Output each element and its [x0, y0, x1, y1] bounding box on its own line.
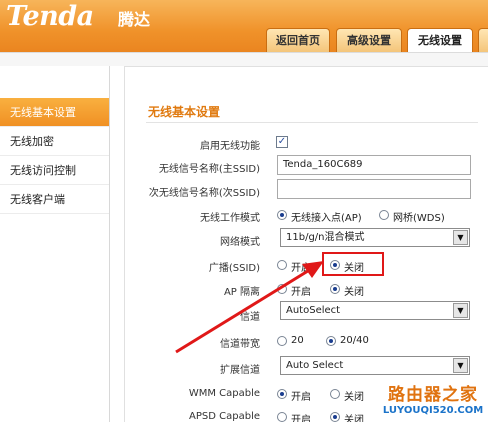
sidebar-item-encryption[interactable]: 无线加密: [0, 127, 109, 156]
tab-wireless[interactable]: 无线设置: [407, 28, 473, 53]
sidebar-item-clients[interactable]: 无线客户端: [0, 185, 109, 214]
watermark-url: LUYOUQI520.COM: [382, 405, 484, 416]
watermark: 路由器之家 LUYOUQI520.COM: [378, 380, 488, 422]
watermark-title: 路由器之家: [388, 385, 478, 405]
ext-channel-select[interactable]: Auto Select ▼: [280, 356, 470, 375]
enable-label: 启用无线功能: [200, 141, 260, 152]
sidebar-item-access-control[interactable]: 无线访问控制: [0, 156, 109, 185]
ssid2-label: 次无线信号名称(次SSID): [148, 188, 260, 199]
isolation-on-label: 开启: [291, 287, 311, 298]
tab-more[interactable]: [478, 28, 488, 52]
broadcast-on-radio[interactable]: [277, 260, 287, 270]
chevron-down-icon: ▼: [453, 303, 468, 318]
mode-wds-label: 网桥(WDS): [393, 213, 445, 224]
wmm-label: WMM Capable: [188, 388, 260, 399]
mode-wds-radio[interactable]: [379, 210, 389, 220]
mode-label: 无线工作模式: [200, 213, 260, 224]
header-bar: Tenda 腾达 返回首页 高级设置 无线设置: [0, 0, 488, 53]
tab-home[interactable]: 返回首页: [266, 28, 330, 52]
broadcast-on-label: 开启: [291, 263, 311, 274]
isolation-label: AP 隔离: [223, 287, 260, 298]
bw-20-label: 20: [291, 335, 304, 346]
sidebar: 无线基本设置 无线加密 无线访问控制 无线客户端: [0, 66, 110, 422]
chevron-down-icon: ▼: [453, 358, 468, 373]
ssid-input[interactable]: Tenda_160C689: [277, 155, 471, 175]
bandwidth-label: 信道带宽: [220, 339, 260, 350]
mode-ap-label: 无线接入点(AP): [291, 213, 362, 224]
highlight-box: [322, 252, 384, 276]
wmm-off-radio[interactable]: [330, 389, 340, 399]
isolation-on-radio[interactable]: [277, 284, 287, 294]
wmm-off-label: 关闭: [344, 392, 364, 403]
ssid-label: 无线信号名称(主SSID): [158, 164, 260, 175]
ssid2-input[interactable]: [277, 179, 471, 199]
page-title: 无线基本设置: [148, 105, 221, 119]
title-divider: [146, 122, 478, 123]
broadcast-label: 广播(SSID): [208, 263, 260, 274]
apsd-off-label: 关闭: [344, 415, 364, 422]
apsd-on-label: 开启: [291, 415, 311, 422]
isolation-off-label: 关闭: [344, 287, 364, 298]
wmm-on-label: 开启: [291, 392, 311, 403]
apsd-label: APSD Capable: [189, 411, 260, 422]
header-strip: [0, 52, 488, 66]
ext-channel-value: Auto Select: [286, 360, 344, 371]
wmm-on-radio[interactable]: [277, 389, 287, 399]
apsd-on-radio[interactable]: [277, 412, 287, 422]
sidebar-item-basic[interactable]: 无线基本设置: [0, 98, 109, 127]
ext-channel-label: 扩展信道: [220, 365, 260, 376]
top-tabs: 返回首页 高级设置 无线设置: [0, 28, 488, 53]
bw-2040-label: 20/40: [340, 335, 369, 346]
enable-checkbox[interactable]: ✓: [276, 136, 288, 148]
channel-value: AutoSelect: [286, 305, 341, 316]
netmode-value: 11b/g/n混合模式: [286, 232, 365, 243]
channel-label: 信道: [240, 312, 260, 323]
netmode-label: 网络模式: [220, 237, 260, 248]
tenda-logo-cn: 腾达: [118, 10, 151, 29]
isolation-off-radio[interactable]: [330, 284, 340, 294]
mode-ap-radio[interactable]: [277, 210, 287, 220]
bw-2040-radio[interactable]: [326, 336, 336, 346]
channel-select[interactable]: AutoSelect ▼: [280, 301, 470, 320]
bw-20-radio[interactable]: [277, 336, 287, 346]
apsd-off-radio[interactable]: [330, 412, 340, 422]
tab-advanced[interactable]: 高级设置: [336, 28, 402, 52]
chevron-down-icon: ▼: [453, 230, 468, 245]
netmode-select[interactable]: 11b/g/n混合模式 ▼: [280, 228, 470, 247]
